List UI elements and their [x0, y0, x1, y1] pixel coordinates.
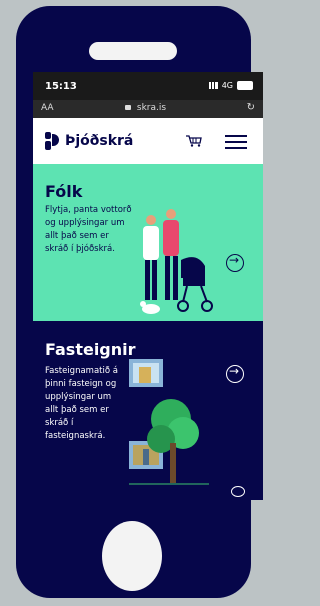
card-description: Fasteignamatið á þinni fasteign og upplý… — [45, 366, 118, 441]
status-indicators: 4G — [208, 81, 253, 90]
cart-icon[interactable] — [186, 135, 202, 147]
chat-icon[interactable] — [231, 486, 245, 497]
card-title: Fólk — [45, 182, 83, 201]
site-header: Þjóðskrá — [33, 118, 263, 164]
reload-icon[interactable]: ↻ — [247, 102, 255, 113]
address-field[interactable]: skra.is — [125, 103, 166, 113]
phone-speaker — [89, 42, 177, 60]
site-logo[interactable]: Þjóðskrá — [45, 132, 133, 150]
phone-home-button[interactable] — [102, 521, 162, 591]
browser-url-bar[interactable]: AA skra.is ↻ — [33, 100, 263, 118]
address-text: skra.is — [136, 103, 167, 113]
card-description: Flytja, panta vottorð og upplýsingar um … — [45, 205, 132, 254]
logo-text: Þjóðskrá — [65, 133, 134, 149]
logo-mark-icon — [45, 132, 59, 150]
card-fasteignir[interactable]: Fasteignir Fasteignamatið á þinni fastei… — [33, 321, 263, 500]
status-bar: 15:13 4G — [33, 72, 263, 100]
network-label: 4G — [221, 81, 233, 90]
arrow-right-icon[interactable] — [226, 253, 244, 272]
status-time: 15:13 — [45, 81, 77, 92]
battery-icon — [237, 81, 253, 90]
text-size-button[interactable]: AA — [41, 103, 54, 113]
lock-icon — [125, 105, 131, 110]
signal-icon — [208, 82, 218, 89]
family-illustration — [140, 209, 213, 314]
phone-screen: 15:13 4G AA skra.is ↻ Þjóðskrá Fólk Flyt… — [33, 72, 263, 500]
card-folk[interactable]: Fólk Flytja, panta vottorð og upplýsinga… — [33, 164, 263, 321]
arrow-right-icon[interactable] — [226, 364, 244, 383]
house-tree-illustration — [129, 359, 209, 485]
card-title: Fasteignir — [45, 340, 136, 359]
menu-icon[interactable] — [225, 135, 247, 153]
